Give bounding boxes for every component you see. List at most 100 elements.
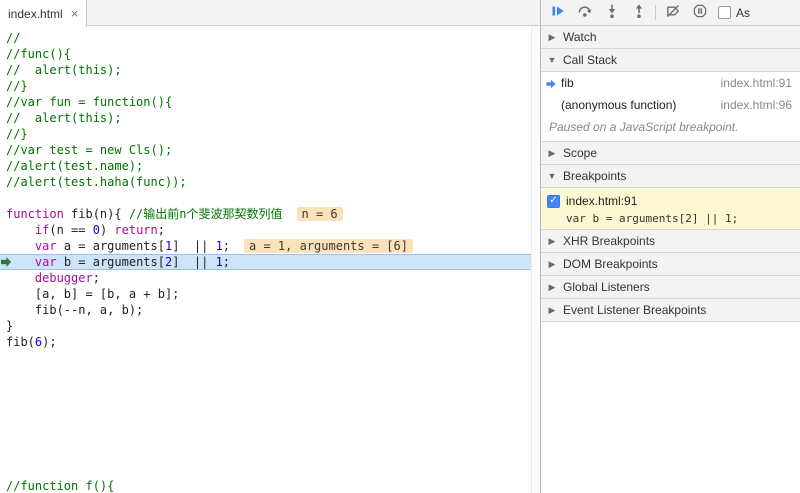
deactivate-breakpoints-button[interactable] [659, 1, 686, 25]
code-line[interactable]: //var test = new Cls(); [0, 142, 531, 158]
step-over-button[interactable] [571, 1, 598, 25]
section-label: Call Stack [563, 53, 617, 67]
editor-pane: index.html × ////func(){// alert(this);/… [0, 0, 541, 493]
section-header-call-stack[interactable]: ▼ Call Stack [541, 49, 800, 72]
code-line[interactable]: } [0, 318, 531, 334]
step-into-button[interactable] [598, 1, 625, 25]
code-line[interactable] [0, 350, 531, 366]
section-header-xhr-breakpoints[interactable]: ▶XHR Breakpoints [541, 230, 800, 253]
code-line[interactable] [0, 414, 531, 430]
code-line[interactable]: debugger; [0, 270, 531, 286]
code-line[interactable]: // [0, 30, 531, 46]
code-line[interactable]: //} [0, 78, 531, 94]
pause-on-exceptions-button[interactable] [686, 1, 713, 25]
code-line[interactable]: //function f(){ [0, 478, 531, 493]
code-line[interactable] [0, 382, 531, 398]
section-header-breakpoints[interactable]: ▼ Breakpoints [541, 165, 800, 188]
section-label: Global Listeners [563, 280, 650, 294]
async-label: As [736, 6, 750, 20]
code-line[interactable]: //func(){ [0, 46, 531, 62]
chevron-right-icon: ▶ [547, 148, 557, 159]
frame-name: (anonymous function) [561, 98, 713, 112]
code-token: //alert(test.name); [6, 159, 143, 173]
code-line[interactable]: //} [0, 126, 531, 142]
code-line[interactable]: function fib(n){ //输出前n个斐波那契数列值n = 6 [0, 206, 531, 222]
tab-index-html[interactable]: index.html × [0, 0, 87, 27]
code-token: fib(n){ [64, 207, 129, 221]
code-line[interactable]: //alert(test.haha(func)); [0, 174, 531, 190]
step-into-icon [604, 3, 620, 22]
code-token: // alert(this); [6, 111, 122, 125]
chevron-down-icon: ▼ [547, 55, 557, 65]
breakpoint-code: var b = arguments[2] || 1; [547, 210, 794, 225]
code-token: b = arguments[ [57, 255, 165, 269]
section-label: DOM Breakpoints [563, 257, 658, 271]
step-out-button[interactable] [625, 1, 652, 25]
code-token: ); [42, 335, 56, 349]
code-token: 1 [216, 255, 223, 269]
code-line[interactable] [0, 398, 531, 414]
code-line[interactable] [0, 446, 531, 462]
code-line[interactable]: // alert(this); [0, 62, 531, 78]
inline-eval-value: n = 6 [297, 207, 343, 221]
section-header-dom-breakpoints[interactable]: ▶DOM Breakpoints [541, 253, 800, 276]
code-token: ] || [172, 239, 215, 253]
checkbox-icon[interactable] [718, 6, 731, 19]
code-token: //alert(test.haha(func)); [6, 175, 187, 189]
code-line[interactable] [0, 190, 531, 206]
code-line[interactable]: fib(6); [0, 334, 531, 350]
call-stack-frame[interactable]: (anonymous function)index.html:96 [541, 94, 800, 116]
section-header-watch[interactable]: ▶Watch [541, 26, 800, 49]
editor-tabbar: index.html × [0, 0, 540, 26]
code-line[interactable]: //alert(test.name); [0, 158, 531, 174]
code-token: if [35, 223, 49, 237]
code-area: ////func(){// alert(this);//}//var fun =… [0, 26, 531, 493]
pause-on-exceptions-icon [692, 3, 708, 22]
code-token: 0 [93, 223, 100, 237]
section-label: XHR Breakpoints [563, 234, 655, 248]
code-token: // [6, 31, 20, 45]
section-header-global-listeners[interactable]: ▶ Global Listeners [541, 276, 800, 299]
code-token: ] || [172, 255, 215, 269]
editor-scrollbar[interactable] [531, 26, 540, 493]
code-line[interactable] [0, 430, 531, 446]
code-line[interactable]: var a = arguments[1] || 1;a = 1, argumen… [0, 238, 531, 254]
breakpoints-list: ✓index.html:91var b = arguments[2] || 1; [541, 188, 800, 230]
code-token: return [114, 223, 157, 237]
code-token: fib(--n, a, b); [6, 303, 143, 317]
resume-button[interactable] [544, 1, 571, 25]
code-token: //} [6, 127, 28, 141]
frame-location: index.html:91 [721, 76, 792, 90]
code-token: function [6, 207, 64, 221]
code-token [6, 223, 35, 237]
code-line[interactable]: [a, b] = [b, a + b]; [0, 286, 531, 302]
frame-name: fib [561, 76, 713, 90]
close-icon[interactable]: × [71, 7, 79, 20]
chevron-down-icon: ▼ [547, 171, 557, 181]
code-editor[interactable]: ////func(){// alert(this);//}//var fun =… [0, 26, 540, 493]
code-line[interactable]: if(n == 0) return; [0, 222, 531, 238]
code-token: debugger [35, 271, 93, 285]
section-label: Event Listener Breakpoints [563, 303, 706, 317]
code-token: //var test = new Cls(); [6, 143, 172, 157]
code-line[interactable]: fib(--n, a, b); [0, 302, 531, 318]
code-line[interactable] [0, 366, 531, 382]
execution-line[interactable]: var b = arguments[2] || 1; [0, 254, 531, 270]
code-line[interactable]: //var fun = function(){ [0, 94, 531, 110]
section-header-scope[interactable]: ▶Scope [541, 142, 800, 165]
section-header-event-listener-breakpoints[interactable]: ▶Event Listener Breakpoints [541, 299, 800, 322]
breakpoint-entry[interactable]: ✓index.html:91var b = arguments[2] || 1; [541, 188, 800, 229]
devtools-sources-panel: index.html × ////func(){// alert(this);/… [0, 0, 800, 493]
debugger-toolbar: As [541, 0, 800, 26]
code-token: //func(){ [6, 47, 71, 61]
async-checkbox[interactable]: As [718, 6, 750, 20]
chevron-right-icon: ▶ [547, 282, 557, 293]
section-label: Breakpoints [563, 169, 626, 183]
code-token: //} [6, 79, 28, 93]
tab-title: index.html [8, 7, 63, 21]
code-line[interactable]: // alert(this); [0, 110, 531, 126]
breakpoint-checkbox[interactable]: ✓ [547, 195, 560, 208]
call-stack-frame[interactable]: fib index.html:91 [541, 72, 800, 94]
code-line[interactable] [0, 462, 531, 478]
debugger-sidebar: As ▶Watch ▼ Call Stack fib index.html:91 (ano… [541, 0, 800, 493]
